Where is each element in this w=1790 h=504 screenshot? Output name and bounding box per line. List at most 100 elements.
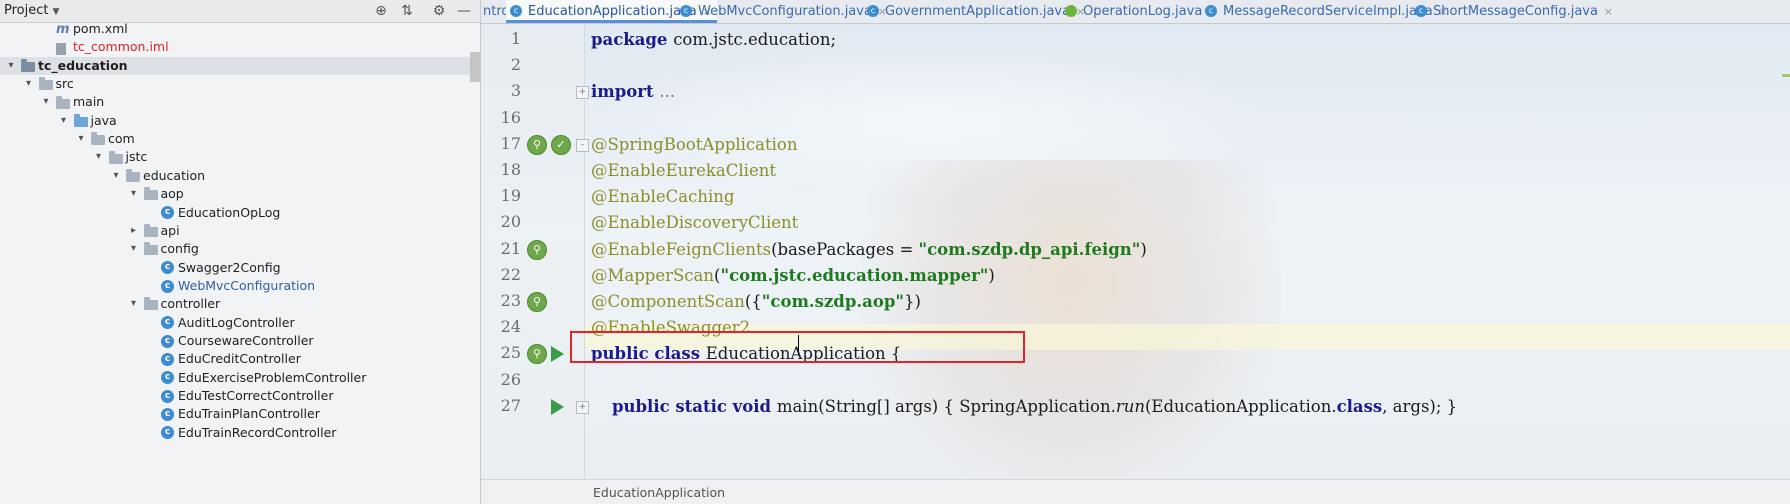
tree-item[interactable]: ▾ config <box>0 240 470 258</box>
chevron-down-icon[interactable]: ▾ <box>128 185 140 203</box>
code-token: @MapperScan <box>591 265 715 285</box>
tree-item[interactable]: ▾ src <box>0 75 470 93</box>
code-token: "com.szdp.aop" <box>761 292 904 311</box>
fold-expand-icon[interactable]: + <box>576 86 589 100</box>
chevron-down-icon[interactable]: ▾ <box>128 240 140 258</box>
tree-item[interactable]: ▾ jstc <box>0 148 470 166</box>
editor-tab[interactable]: c ShortMessageConfig.java × <box>1411 0 1618 23</box>
code-token: ... <box>659 82 676 102</box>
code-line[interactable]: @EnableDiscoveryClient <box>591 210 798 236</box>
tree-item-label: api <box>160 222 180 238</box>
line-number: 18 <box>500 160 521 179</box>
run-icon[interactable] <box>551 346 564 363</box>
editor-tab[interactable]: OperationLog.java× <box>1061 0 1222 23</box>
code-token: @SpringBootApplication <box>591 134 798 154</box>
breadcrumb-class[interactable]: EducationApplication <box>593 485 725 500</box>
code-token: ({ <box>744 292 762 311</box>
chevron-down-icon[interactable]: ▾ <box>40 93 52 111</box>
spring-boot-icon[interactable]: ✓ <box>551 134 571 155</box>
line-number: 2 <box>510 55 521 75</box>
tree-item[interactable]: c WebMvcConfiguration <box>0 277 470 295</box>
tree-item[interactable]: ▾ java <box>0 112 470 130</box>
tree-item[interactable]: c EduTestCorrectController <box>0 387 470 405</box>
class-icon: c <box>161 371 174 385</box>
editor-tab[interactable]: c WebMvcConfiguration.java × <box>676 0 892 23</box>
code-line[interactable]: @EnableEurekaClient <box>591 158 776 184</box>
code-line[interactable]: import ... <box>591 79 675 105</box>
chevron-down-icon[interactable]: ▾ <box>58 112 70 130</box>
fold-collapse-icon[interactable]: - <box>576 138 589 152</box>
chevron-right-icon[interactable]: ▸ <box>128 222 140 240</box>
chevron-down-icon[interactable]: ▾ <box>128 295 140 313</box>
tree-item[interactable]: m pom.xml <box>0 20 470 38</box>
tree-item[interactable]: c EduExerciseProblemController <box>0 369 470 387</box>
fold-expand-icon[interactable]: + <box>576 400 589 414</box>
package-icon <box>143 224 158 238</box>
code-token: run <box>1115 396 1145 416</box>
code-line[interactable]: public static void main(String[] args) {… <box>591 394 1457 420</box>
code-line[interactable]: @EnableFeignClients(basePackages = "com.… <box>591 237 1147 263</box>
chevron-down-icon[interactable]: ▾ <box>5 57 17 75</box>
line-number: 27 <box>500 395 521 415</box>
project-view-selector[interactable]: Project ▼ <box>4 3 59 18</box>
chevron-down-icon[interactable]: ▾ <box>110 167 122 185</box>
spring-bean-icon[interactable]: ⚲ <box>527 292 547 312</box>
scrollbar-marker[interactable] <box>1782 74 1790 77</box>
chevron-down-icon[interactable]: ▾ <box>23 75 35 93</box>
code-line[interactable]: package com.jstc.education; <box>591 27 836 53</box>
code-token: com.jstc.education; <box>673 30 837 49</box>
close-icon[interactable]: × <box>1604 0 1613 23</box>
tree-item[interactable]: c EduTrainRecordController <box>0 424 470 442</box>
tree-item[interactable]: ▾ main <box>0 93 470 111</box>
globe-icon[interactable]: ⊕ <box>372 2 390 20</box>
code-area[interactable]: package com.jstc.education; import ... @Sp… <box>591 24 1781 479</box>
text-caret <box>798 335 799 355</box>
run-icon[interactable] <box>551 398 564 415</box>
code-token: @EnableFeignClients <box>591 239 772 259</box>
code-token: "com.szdp.dp_api.feign" <box>918 239 1141 259</box>
spring-bean-icon[interactable]: ⚲ <box>527 239 547 260</box>
editor-area: ntroller.java×cEducationApplication.java… <box>481 0 1790 504</box>
chevron-down-icon[interactable]: ▾ <box>93 148 105 166</box>
code-token: @ComponentScan <box>591 292 745 311</box>
class-icon: c <box>161 316 174 330</box>
spring-bean-icon[interactable]: ⚲ <box>527 134 547 155</box>
tab-label: GovernmentApplication.java <box>885 4 1071 19</box>
chevron-down-icon: ▼ <box>52 7 60 17</box>
editor-tab[interactable]: c GovernmentApplication.java × <box>863 0 1090 23</box>
code-line[interactable]: @SpringBootApplication <box>591 132 797 158</box>
tree-item[interactable]: ▾ com <box>0 130 470 148</box>
tree-item[interactable]: c EduCreditController <box>0 350 470 368</box>
tree-item[interactable]: c AuditLogController <box>0 314 470 332</box>
code-line[interactable]: @EnableCaching <box>591 184 734 210</box>
tree-item-label: config <box>160 241 199 257</box>
tree-item[interactable]: c CoursewareController <box>0 332 470 350</box>
minimize-icon[interactable]: — <box>455 2 473 20</box>
tree-item[interactable]: tc_common.iml <box>0 38 470 56</box>
line-number: 25 <box>500 343 521 363</box>
chevron-down-icon[interactable]: ▾ <box>75 130 87 148</box>
line-number: 17 <box>500 133 521 153</box>
tab-label: ShortMessageConfig.java <box>1433 4 1598 19</box>
tree-item-label: EduCreditController <box>178 351 301 367</box>
gear-icon[interactable]: ⚙ <box>430 2 448 20</box>
code-line[interactable]: @ComponentScan({"com.szdp.aop"}) <box>591 289 921 315</box>
tree-item[interactable]: ▾ education <box>0 167 470 185</box>
code-token: package <box>591 30 674 49</box>
tree-item[interactable]: ▾ tc_education <box>0 56 470 76</box>
line-number: 26 <box>500 369 521 389</box>
tree-item-label: tc_education <box>38 57 128 73</box>
tree-item[interactable]: ▸ api <box>0 222 470 240</box>
tree-item[interactable]: ▾ aop <box>0 185 470 203</box>
tree-item[interactable]: c EducationOpLog <box>0 204 470 222</box>
collapse-icon[interactable]: ⇅ <box>398 2 416 20</box>
tree-item-label: jstc <box>125 149 148 165</box>
tree-scrollbar[interactable] <box>470 52 480 82</box>
editor-gutter: 1 2 3 +16 17- ⚲ ✓ 18 19 20 21 ⚲ 22 23 ⚲ 24 25 ⚲ 26 27 + <box>481 24 589 479</box>
tree-item[interactable]: c EduTrainPlanController <box>0 405 470 423</box>
tree-item[interactable]: c Swagger2Config <box>0 259 470 277</box>
code-line[interactable]: @MapperScan("com.jstc.education.mapper") <box>591 263 995 289</box>
spring-bean-icon[interactable]: ⚲ <box>527 344 547 365</box>
tree-item[interactable]: ▾ controller <box>0 295 470 313</box>
